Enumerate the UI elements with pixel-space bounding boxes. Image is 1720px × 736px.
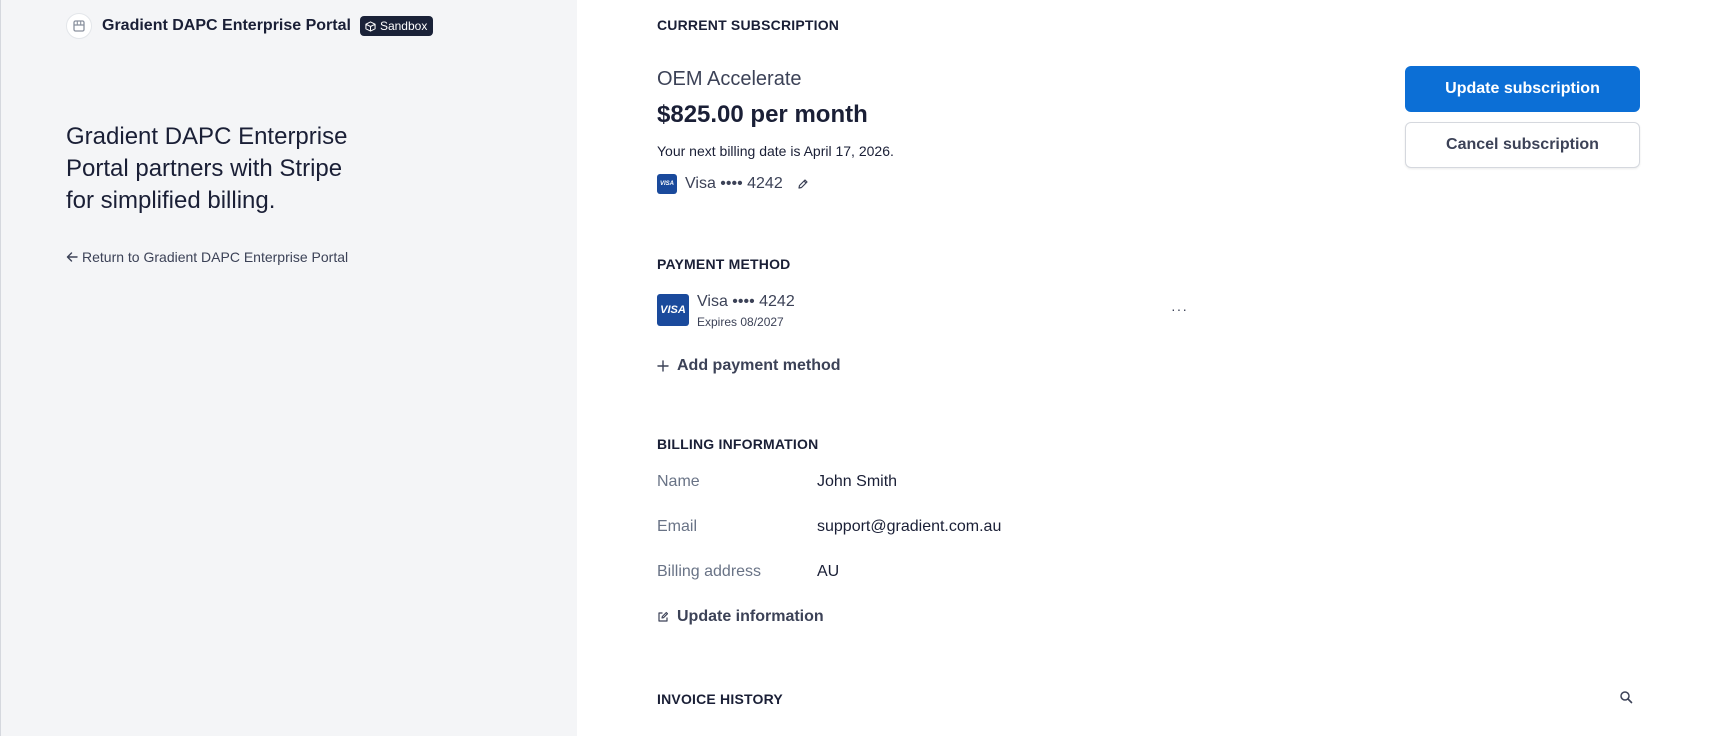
plus-icon — [657, 360, 669, 372]
invoice-search-button[interactable] — [1619, 690, 1633, 709]
billing-email-label: Email — [657, 518, 698, 535]
edit-icon — [658, 611, 669, 622]
update-information-button[interactable]: Update information — [657, 608, 824, 626]
add-payment-method-button[interactable]: Add payment method — [657, 357, 841, 375]
sandbox-badge: Sandbox — [359, 16, 434, 36]
update-information-label: Update information — [677, 608, 824, 625]
brand-name: Gradient DAPC Enterprise Portal — [102, 17, 351, 34]
left-pane: Gradient DAPC Enterprise Portal Sandbox … — [0, 0, 577, 736]
add-payment-method-label: Add payment method — [677, 357, 841, 374]
sandbox-badge-label: Sandbox — [379, 19, 428, 33]
brand-header: Gradient DAPC Enterprise Portal Sandbox — [66, 13, 434, 39]
billing-name-label: Name — [657, 473, 700, 490]
payment-method-title: PAYMENT METHOD — [657, 256, 791, 272]
payment-card-label: Visa •••• 4242 — [697, 293, 795, 310]
pencil-icon — [798, 179, 808, 189]
return-link-label: Return to Gradient DAPC Enterprise Porta… — [82, 249, 349, 265]
billing-address-label: Billing address — [657, 563, 762, 580]
subscription-card-label: Visa •••• 4242 — [685, 175, 783, 192]
sandbox-cube-icon — [365, 20, 376, 32]
payment-card-expiry: Expires 08/2027 — [697, 315, 784, 329]
arrow-left-icon — [66, 252, 78, 262]
billing-email-value: support@gradient.com.au — [817, 518, 1002, 535]
plan-price: $825.00 per month — [657, 101, 868, 128]
store-icon — [66, 13, 92, 39]
billing-information-title: BILLING INFORMATION — [657, 436, 819, 452]
cancel-subscription-button[interactable]: Cancel subscription — [1405, 122, 1640, 168]
subscription-card: VISA Visa •••• 4242 — [657, 174, 809, 194]
plan-name: OEM Accelerate — [657, 68, 802, 90]
more-options-button[interactable]: ··· — [1171, 301, 1188, 317]
tagline: Gradient DAPC Enterprise Portal partners… — [66, 123, 348, 214]
next-billing-date: Your next billing date is April 17, 2026… — [657, 143, 894, 159]
visa-icon: VISA — [657, 174, 677, 194]
current-subscription-title: CURRENT SUBSCRIPTION — [657, 17, 840, 33]
billing-address-value: AU — [817, 563, 840, 580]
edit-card-button[interactable] — [797, 178, 809, 190]
update-subscription-button[interactable]: Update subscription — [1405, 66, 1640, 112]
visa-icon: VISA — [657, 294, 689, 326]
return-link[interactable]: Return to Gradient DAPC Enterprise Porta… — [66, 249, 348, 265]
billing-name-value: John Smith — [817, 473, 898, 490]
main-content: CURRENT SUBSCRIPTION OEM Accelerate $825… — [577, 0, 1720, 736]
search-icon — [1620, 691, 1633, 704]
invoice-history-title: INVOICE HISTORY — [657, 691, 783, 707]
payment-method-row: VISA Visa •••• 4242 Expires 08/2027 ··· — [657, 293, 1187, 329]
